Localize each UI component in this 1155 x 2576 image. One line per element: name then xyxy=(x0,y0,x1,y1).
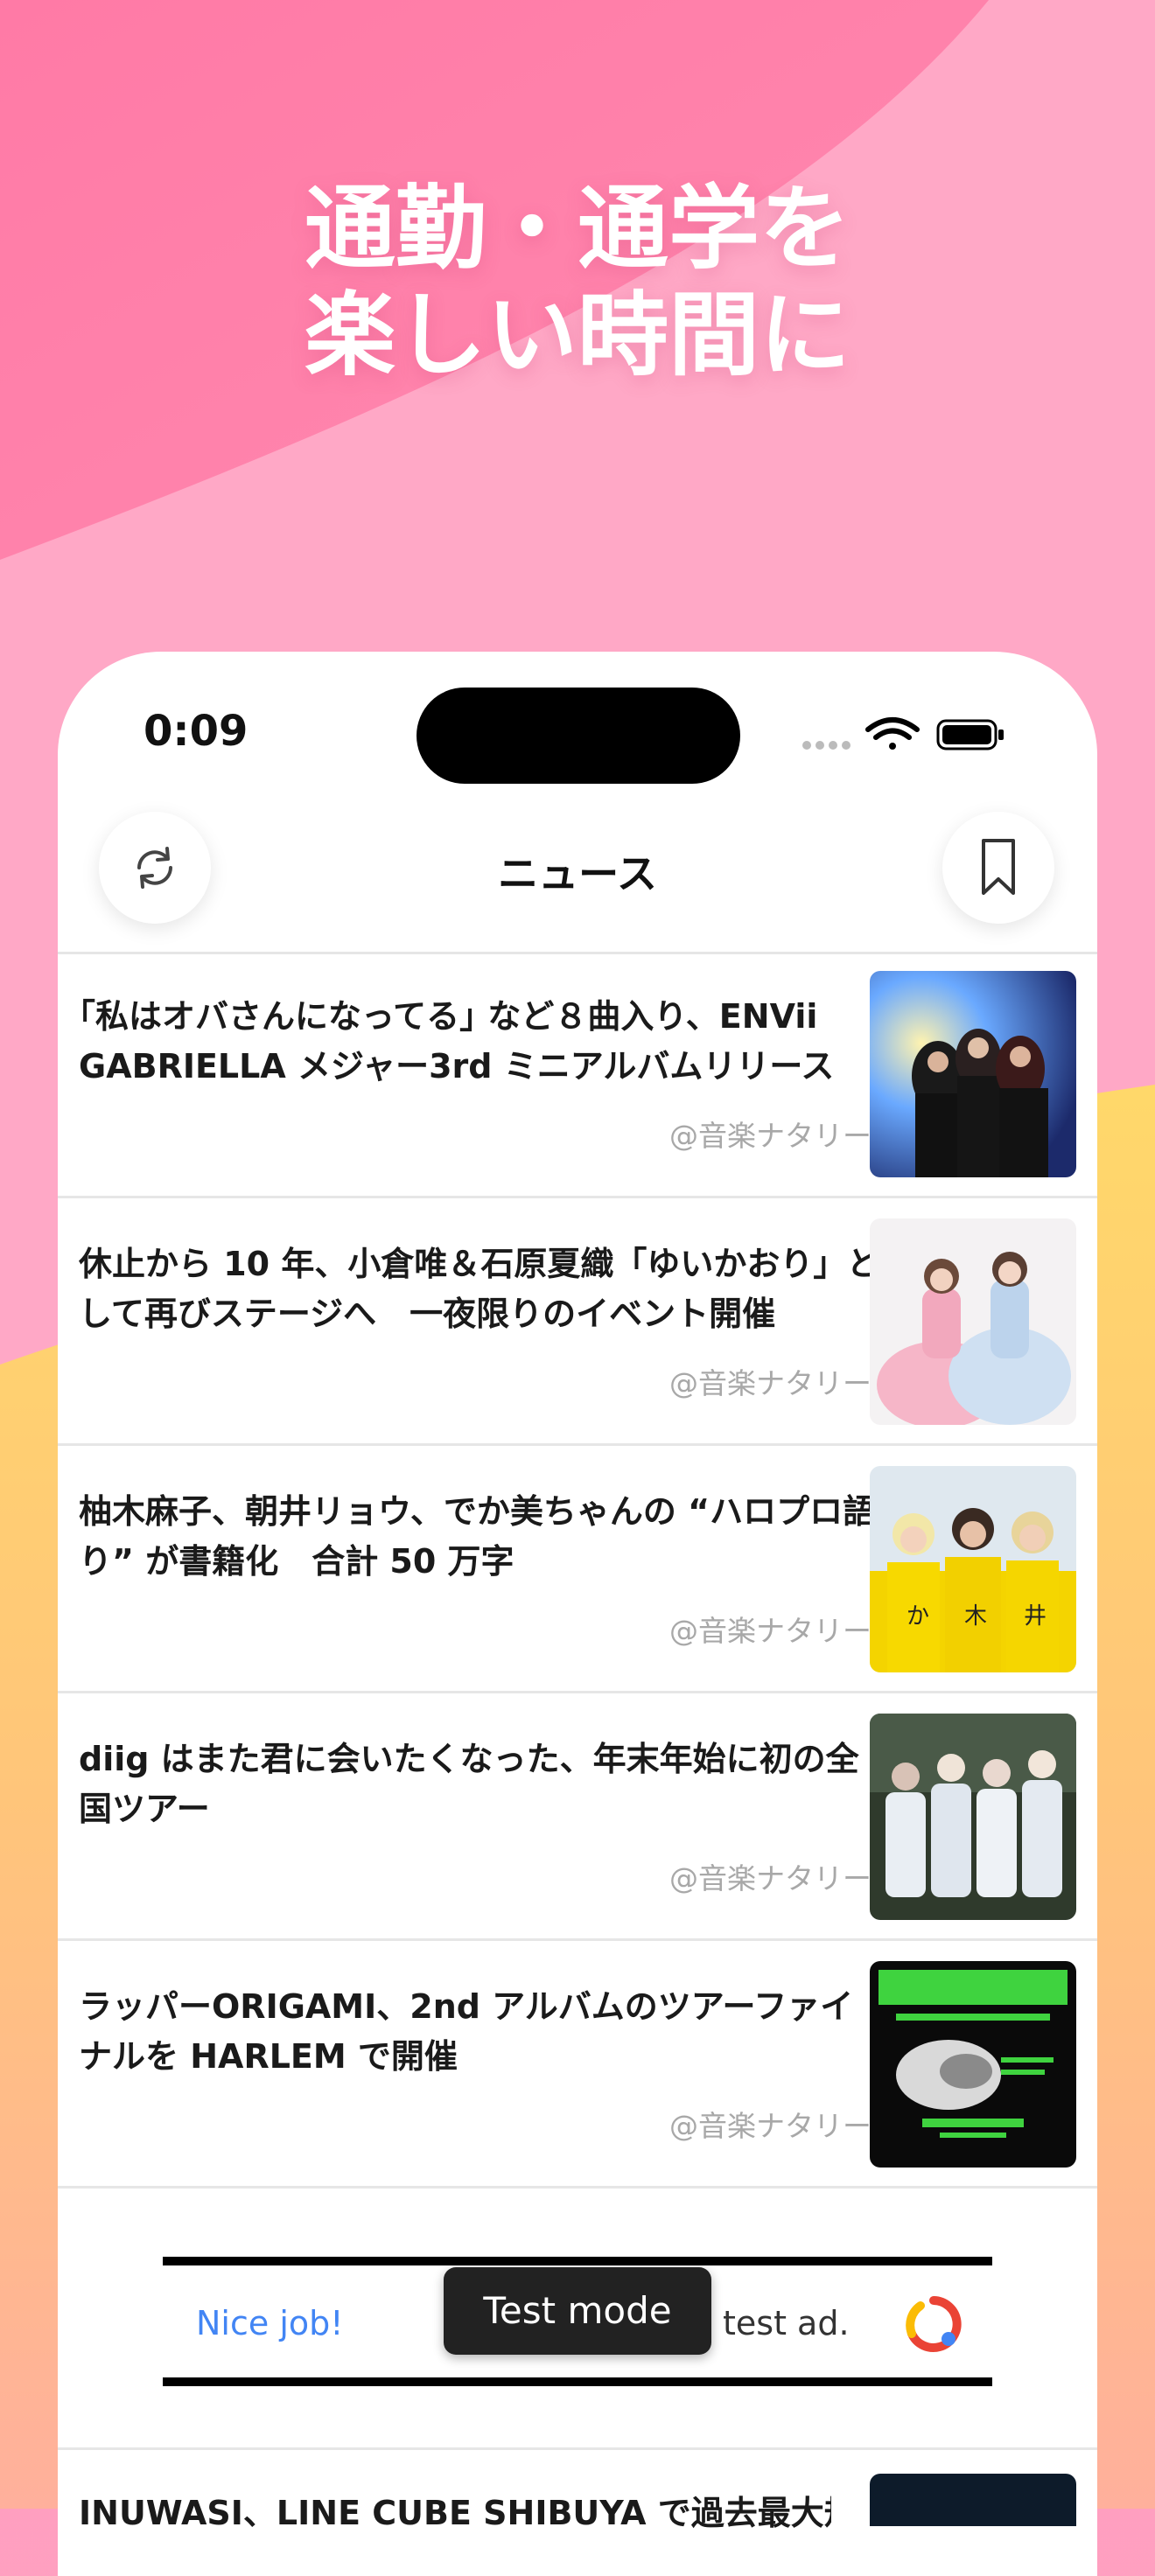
ad-divider xyxy=(58,2447,1097,2450)
ad-left-text: Nice job! xyxy=(196,2304,344,2342)
article-source: @音楽ナタリー xyxy=(669,1366,872,1400)
promo-headline-line2: 楽しい時間に xyxy=(304,282,850,388)
article-divider xyxy=(58,1443,1097,1446)
bookmark-icon xyxy=(982,839,1015,895)
article-item[interactable]: 休止から 10 年、小倉唯＆石原夏織「ゆいかおり」として再びステージへ 一夜限り… xyxy=(58,1201,1097,1449)
article-source: @音楽ナタリー xyxy=(669,2109,872,2143)
promo-headline: 通勤・通学を 楽しい時間に xyxy=(0,175,1155,388)
wifi-icon xyxy=(865,717,920,750)
ad-right-text: test ad. xyxy=(723,2304,850,2342)
promo-headline-line1: 通勤・通学を xyxy=(304,175,850,282)
article-title: 柚木麻子、朝井リョウ、でか美ちゃんの “ハロプロ語り” が書籍化 合計 50 万… xyxy=(79,1492,877,1581)
article-thumbnail xyxy=(870,1714,1076,1920)
article-source: @音楽ナタリー xyxy=(669,1119,872,1153)
article-title: diig はまた君に会いたくなった、年末年始に初の全国ツアー xyxy=(79,1740,859,1828)
article-title[interactable]: INUWASI、LINE CUBE SHIBUYA で過去最大規 xyxy=(79,2486,831,2534)
article-source: @音楽ナタリー xyxy=(669,1614,872,1648)
article-divider xyxy=(58,1691,1097,1693)
dynamic-island xyxy=(416,688,740,784)
status-time: 0:09 xyxy=(144,707,248,756)
article-divider xyxy=(58,1938,1097,1941)
cellular-icon xyxy=(802,741,850,750)
article-divider xyxy=(58,1196,1097,1198)
ad-logo-icon xyxy=(906,2296,962,2352)
article-item[interactable]: diig はまた君に会いたくなった、年末年始に初の全国ツアー @音楽ナタリー xyxy=(58,1696,1097,1944)
article-thumbnail xyxy=(870,971,1076,1177)
article-item[interactable]: ラッパーORIGAMI、2nd アルバムのツアーファイナルを HARLEM で開… xyxy=(58,1944,1097,2192)
article-title: ラッパーORIGAMI、2nd アルバムのツアーファイナルを HARLEM で開… xyxy=(79,1987,854,2076)
article-thumbnail: か 木 井 xyxy=(870,1466,1076,1672)
article-thumbnail xyxy=(870,1961,1076,2168)
status-icons xyxy=(802,717,1004,750)
article-source: @音楽ナタリー xyxy=(669,1861,872,1895)
test-mode-badge: Test mode xyxy=(444,2267,711,2355)
bookmark-button[interactable] xyxy=(942,812,1054,924)
article-thumbnail xyxy=(870,2474,1076,2526)
svg-text:か: か xyxy=(906,1603,929,1630)
article-title: 休止から 10 年、小倉唯＆石原夏織「ゆいかおり」として再びステージへ 一夜限り… xyxy=(79,1245,880,1333)
article-divider xyxy=(58,2186,1097,2189)
article-title: ｢私はオバさんになってる｣ など８曲入り、ENVii GABRIELLA メジャ… xyxy=(79,997,835,1086)
article-thumbnail xyxy=(870,1218,1076,1425)
article-item[interactable]: ｢私はオバさんになってる｣ など８曲入り、ENVii GABRIELLA メジャ… xyxy=(58,953,1097,1202)
battery-icon xyxy=(936,719,1004,750)
svg-text:木: 木 xyxy=(964,1603,987,1630)
article-item[interactable]: 柚木麻子、朝井リョウ、でか美ちゃんの “ハロプロ語り” が書籍化 合計 50 万… xyxy=(58,1449,1097,1697)
svg-text:井: 井 xyxy=(1024,1603,1046,1630)
